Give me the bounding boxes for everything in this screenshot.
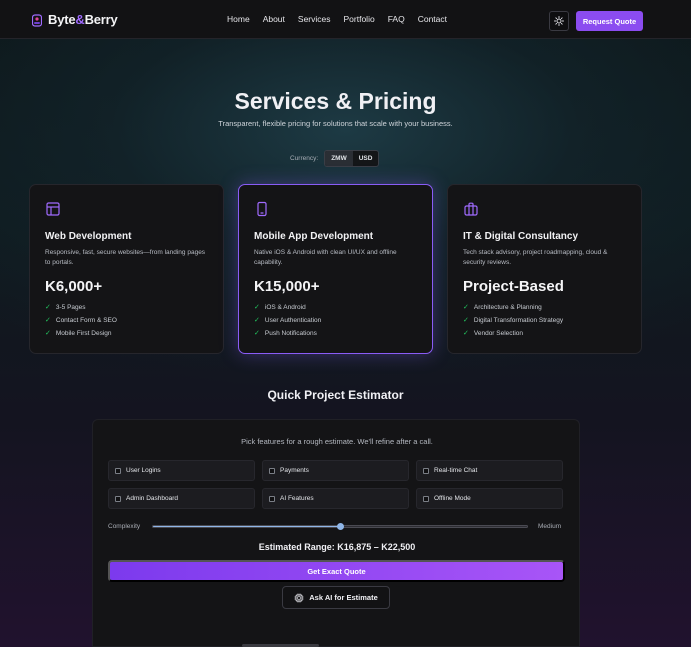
card-description: Tech stack advisory, project roadmapping… — [463, 249, 608, 266]
card-title: Mobile App Development — [254, 231, 374, 242]
nav-link-home[interactable]: Home — [227, 14, 250, 24]
check-icon: ✓ — [463, 330, 469, 337]
layout-icon — [46, 202, 60, 216]
check-icon: ✓ — [45, 317, 51, 324]
slider-thumb[interactable] — [336, 522, 344, 530]
feature-checkbox-payments[interactable]: Payments — [262, 460, 409, 481]
nav-link-services[interactable]: Services — [298, 14, 331, 24]
card-price: K15,000+ — [254, 278, 320, 295]
checkbox[interactable] — [423, 467, 429, 474]
cpu-icon — [294, 593, 304, 602]
feature-item: ✓ iOS & Android — [254, 303, 306, 312]
service-card-mobile: Mobile App Development Native iOS & Andr… — [238, 184, 433, 354]
card-price: Project-Based — [463, 278, 564, 295]
check-icon: ✓ — [254, 317, 260, 324]
nav-link-about[interactable]: About — [263, 14, 285, 24]
smartphone-icon — [257, 201, 267, 217]
page-title: Services & Pricing — [234, 88, 437, 114]
feature-checkbox-offline-mode[interactable]: Offline Mode — [416, 488, 563, 509]
nav-link-faq[interactable]: FAQ — [388, 14, 405, 24]
service-card-consultancy: IT & Digital Consultancy Tech stack advi… — [447, 184, 642, 354]
estimator-intro: Pick features for a rough estimate. We'l… — [241, 437, 433, 446]
currency-label: Currency: — [290, 155, 319, 162]
logo-mark-icon — [32, 13, 42, 27]
complexity-slider[interactable] — [152, 522, 528, 530]
checkbox[interactable] — [115, 495, 121, 502]
sun-icon — [554, 16, 564, 26]
check-icon: ✓ — [45, 304, 51, 311]
check-icon: ✓ — [463, 304, 469, 311]
feature-checkbox-ai-features[interactable]: AI Features — [262, 488, 409, 509]
ask-ai-estimate-button[interactable]: Ask AI for Estimate — [282, 586, 390, 609]
nav-link-contact[interactable]: Contact — [418, 14, 447, 24]
complexity-value-label: Medium — [538, 523, 562, 530]
feature-checkbox-user-logins[interactable]: User Logins — [108, 460, 255, 481]
nav-links: Home About Services Portfolio FAQ Contac… — [227, 14, 447, 24]
currency-option-zmw[interactable]: ZMW — [325, 151, 353, 166]
card-title: Web Development — [45, 231, 132, 242]
slider-fill — [153, 526, 340, 527]
estimator-panel: Pick features for a rough estimate. We'l… — [92, 419, 580, 647]
top-nav: Byte&Berry Home About Services Portfolio… — [0, 0, 691, 39]
feature-checkbox-admin-dashboard[interactable]: Admin Dashboard — [108, 488, 255, 509]
card-description: Native iOS & Android with clean UI/UX an… — [254, 249, 397, 266]
card-price: K6,000+ — [45, 278, 103, 295]
check-icon: ✓ — [463, 317, 469, 324]
brand-name: Byte&Berry — [48, 12, 118, 27]
brand-logo[interactable]: Byte&Berry — [32, 12, 118, 27]
complexity-label: Complexity — [108, 523, 141, 530]
card-title: IT & Digital Consultancy — [463, 231, 579, 242]
feature-item: ✓ User Authentication — [254, 316, 322, 325]
briefcase-icon — [464, 202, 478, 216]
checkbox[interactable] — [269, 467, 275, 474]
feature-item: ✓ Contact Form & SEO — [45, 316, 117, 325]
feature-checkbox-realtime-chat[interactable]: Real-time Chat — [416, 460, 563, 481]
estimator-title: Quick Project Estimator — [267, 388, 404, 402]
service-card-web: Web Development Responsive, fast, secure… — [29, 184, 224, 354]
currency-selector: Currency: ZMW USD — [290, 150, 380, 167]
check-icon: ✓ — [254, 330, 260, 337]
get-exact-quote-button[interactable]: Get Exact Quote — [108, 560, 565, 582]
request-quote-button[interactable]: Request Quote — [576, 11, 643, 31]
nav-link-portfolio[interactable]: Portfolio — [344, 14, 375, 24]
feature-item: ✓ Architecture & Planning — [463, 303, 542, 312]
theme-toggle-button[interactable] — [549, 11, 569, 31]
checkbox[interactable] — [115, 467, 121, 474]
currency-toggle: ZMW USD — [324, 150, 380, 167]
card-description: Responsive, fast, secure websites—from l… — [45, 249, 206, 266]
feature-item: ✓ Vendor Selection — [463, 329, 524, 338]
estimated-range: Estimated Range: K16,875 – K22,500 — [258, 542, 416, 552]
feature-item: ✓ Push Notifications — [254, 329, 317, 338]
feature-item: ✓ Mobile First Design — [45, 329, 112, 338]
currency-option-usd[interactable]: USD — [353, 151, 379, 166]
check-icon: ✓ — [45, 330, 51, 337]
checkbox[interactable] — [423, 495, 429, 502]
feature-item: ✓ Digital Transformation Strategy — [463, 316, 564, 325]
page-subtitle: Transparent, flexible pricing for soluti… — [218, 119, 453, 128]
checkbox[interactable] — [269, 495, 275, 502]
feature-item: ✓ 3-5 Pages — [45, 303, 86, 312]
check-icon: ✓ — [254, 304, 260, 311]
